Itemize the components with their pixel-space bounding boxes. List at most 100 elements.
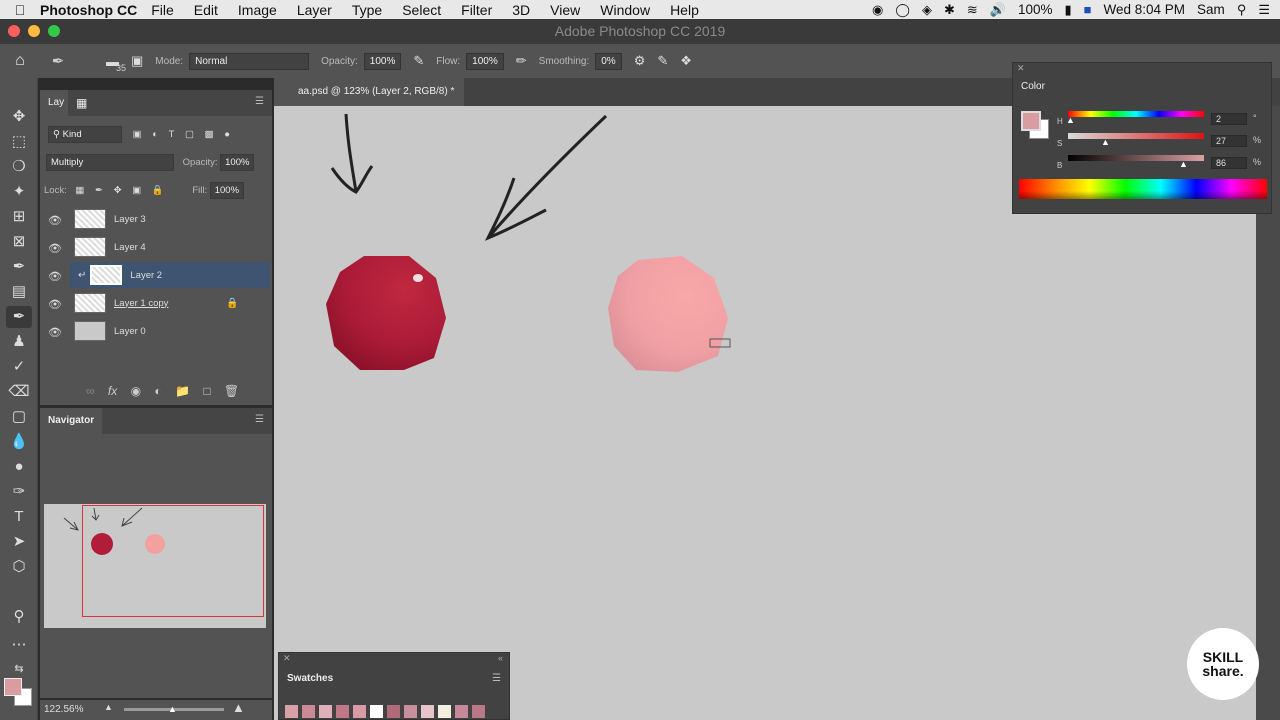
eraser-tool-icon[interactable]: ⌫ — [6, 381, 32, 403]
layer-row-layer-0[interactable]: Layer 0 — [70, 318, 270, 344]
visibility-eye-icon[interactable]: 👁 — [48, 242, 62, 255]
color-swatch[interactable] — [353, 705, 366, 718]
filter-type-icon[interactable]: T — [169, 129, 175, 140]
filter-kind-select[interactable]: ⚲ Kind — [48, 126, 122, 143]
record-icon[interactable]: ◉ — [872, 2, 883, 18]
hue-value-field[interactable]: 2 — [1211, 113, 1247, 125]
layer-opacity-field[interactable]: 100% — [220, 154, 255, 171]
zoom-out-icon[interactable]: ▲ — [104, 702, 113, 712]
color-swatch[interactable] — [302, 705, 315, 718]
layer-row-layer-2[interactable]: ↵ Layer 2 — [70, 262, 270, 288]
layer-name[interactable]: Layer 4 — [114, 242, 146, 253]
delete-layer-icon[interactable]: 🗑 — [224, 384, 239, 398]
color-swatch[interactable] — [319, 705, 332, 718]
filter-adjustment-icon[interactable]: ◐ — [152, 129, 158, 140]
saturation-slider[interactable] — [1068, 133, 1204, 139]
bluetooth-icon[interactable]: ✱ — [944, 2, 955, 18]
hue-slider[interactable] — [1068, 111, 1204, 117]
color-swatch[interactable] — [285, 705, 298, 718]
brush-preset-icon[interactable]: ✒ — [40, 52, 76, 70]
visibility-eye-icon[interactable]: 👁 — [48, 326, 62, 339]
menu-type[interactable]: Type — [352, 2, 382, 18]
zoom-slider-handle[interactable]: ▲ — [168, 704, 177, 714]
creative-cloud-icon[interactable]: ◯ — [895, 2, 910, 18]
lock-transparency-icon[interactable]: ▦ — [75, 185, 84, 196]
color-spectrum-ramp[interactable] — [1019, 179, 1267, 199]
wifi-icon[interactable]: ≋ — [967, 2, 978, 18]
dropbox-icon[interactable]: ◈ — [922, 2, 932, 18]
new-layer-icon[interactable]: □ — [203, 384, 210, 398]
pen-tool-icon[interactable]: ✑ — [6, 481, 32, 503]
blur-tool-icon[interactable]: 💧 — [6, 431, 32, 453]
airbrush-icon[interactable]: ✏ — [516, 53, 527, 69]
layer-row-layer-1-copy[interactable]: Layer 1 copy 🔒 — [70, 290, 270, 316]
menu-help[interactable]: Help — [670, 2, 699, 18]
app-menu[interactable]: Photoshop CC — [40, 2, 137, 18]
menu-layer[interactable]: Layer — [297, 2, 332, 18]
layer-name[interactable]: Layer 1 copy — [114, 298, 168, 309]
color-fg-swatch[interactable] — [1021, 111, 1041, 131]
blend-mode-select[interactable]: Multiply — [46, 154, 174, 171]
swatches-collapse-icon[interactable]: « — [498, 653, 503, 663]
gradient-tool-icon[interactable]: ▢ — [6, 406, 32, 428]
link-layers-icon[interactable]: ∞ — [86, 384, 95, 398]
brightness-slider-handle[interactable]: ▲ — [1179, 159, 1188, 169]
color-swatch[interactable] — [438, 705, 451, 718]
volume-icon[interactable]: 🔊 — [990, 2, 1006, 18]
add-mask-icon[interactable]: ◉ — [131, 384, 141, 398]
quick-select-tool-icon[interactable]: ✦ — [6, 181, 32, 203]
lock-all-icon[interactable]: 🔒 — [152, 185, 164, 196]
filter-pixel-icon[interactable]: ▣ — [133, 129, 142, 140]
frame-tool-icon[interactable]: ⊠ — [6, 231, 32, 253]
stamp-tool-icon[interactable]: ♟ — [6, 331, 32, 353]
clock[interactable]: Wed 8:04 PM — [1104, 2, 1186, 17]
pressure-opacity-icon[interactable]: ✎ — [413, 53, 424, 69]
battery-icon[interactable]: ▮ — [1064, 2, 1071, 18]
eyedropper-tool-icon[interactable]: ✒ — [6, 256, 32, 278]
adjustment-layer-icon[interactable]: ◐ — [154, 384, 161, 398]
color-swatch[interactable] — [421, 705, 434, 718]
navigator-thumbnail[interactable] — [44, 504, 266, 628]
saturation-slider-handle[interactable]: ▲ — [1101, 137, 1110, 147]
zoom-level[interactable]: 122.56% — [44, 704, 83, 715]
menu-filter[interactable]: Filter — [461, 2, 492, 18]
panel-menu-icon[interactable]: ☰ — [255, 96, 264, 107]
history-brush-tool-icon[interactable]: ✓ — [6, 356, 32, 378]
flag-icon[interactable]: ■ — [1084, 2, 1092, 17]
smoothing-field[interactable]: 0% — [595, 52, 622, 70]
navigator-view-box[interactable] — [82, 505, 264, 617]
fill-field[interactable]: 100% — [209, 182, 245, 199]
panel-icon[interactable]: ▦ — [76, 96, 87, 110]
lock-position-icon[interactable]: ✥ — [114, 185, 122, 196]
swap-colors-icon[interactable]: ⇆ — [6, 658, 32, 680]
color-swatch[interactable] — [455, 705, 468, 718]
flow-field[interactable]: 100% — [466, 52, 504, 70]
opacity-field[interactable]: 100% — [363, 52, 402, 70]
tab-navigator[interactable]: Navigator — [40, 408, 102, 434]
menu-select[interactable]: Select — [402, 2, 441, 18]
zoom-tool-icon[interactable]: ⚲ — [6, 606, 32, 628]
filter-toggle-icon[interactable]: ● — [224, 129, 230, 140]
layer-row-layer-4[interactable]: Layer 4 — [70, 234, 270, 260]
layer-effects-icon[interactable]: fx — [108, 384, 117, 398]
mode-select[interactable]: Normal — [189, 52, 310, 70]
apple-icon[interactable]:  — [0, 2, 40, 18]
color-panel-close-icon[interactable]: ✕ — [1017, 63, 1025, 74]
lock-artboard-icon[interactable]: ▣ — [132, 185, 141, 196]
visibility-eye-icon[interactable]: 👁 — [48, 298, 62, 311]
pressure-size-icon[interactable]: ✎ — [657, 53, 668, 69]
hue-slider-handle[interactable]: ▲ — [1066, 115, 1075, 125]
menu-image[interactable]: Image — [238, 2, 277, 18]
smoothing-settings-icon[interactable]: ⚙ — [634, 53, 646, 69]
layer-name[interactable]: Layer 3 — [114, 214, 146, 225]
move-tool-icon[interactable]: ✥ — [6, 106, 32, 128]
menu-window[interactable]: Window — [600, 2, 650, 18]
color-swatch[interactable] — [336, 705, 349, 718]
home-icon[interactable]: ⌂ — [0, 52, 40, 70]
color-swatch[interactable] — [370, 705, 383, 718]
more-tools-icon[interactable]: ⋯ — [6, 634, 32, 656]
user-name[interactable]: Sam — [1197, 2, 1225, 17]
zoom-in-icon[interactable]: ▲ — [232, 700, 245, 715]
brush-tool-icon[interactable]: ✒ — [6, 306, 32, 328]
new-group-icon[interactable]: 📁 — [175, 384, 190, 398]
